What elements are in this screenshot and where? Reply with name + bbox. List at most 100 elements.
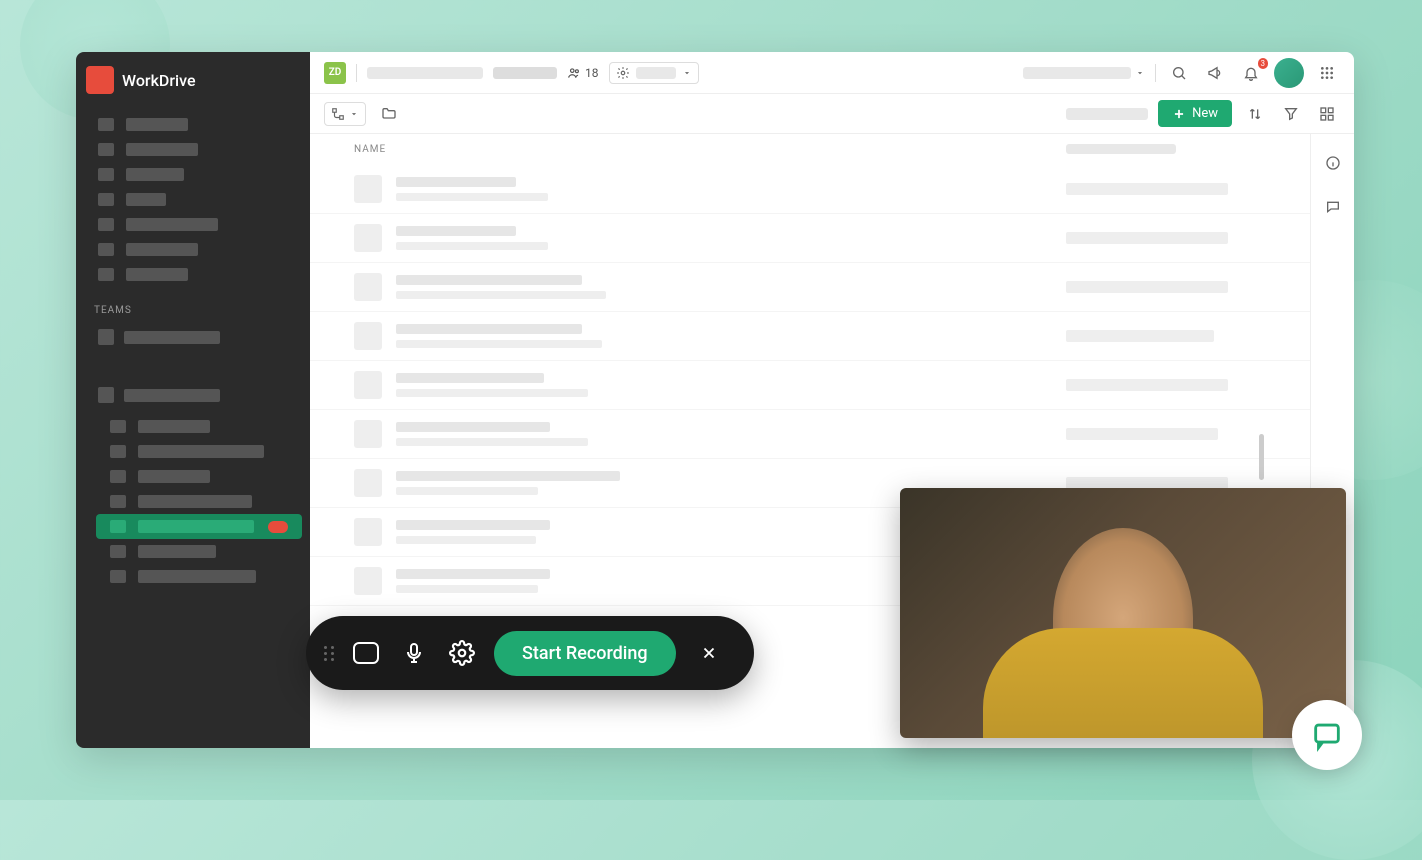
divider <box>1155 64 1156 82</box>
sidebar: WorkDrive TEAMS <box>76 52 310 748</box>
secondary-nav <box>76 410 310 593</box>
file-meta <box>1066 281 1266 293</box>
nav-item[interactable] <box>96 489 302 514</box>
layout-icon <box>1319 106 1335 122</box>
nav-item[interactable] <box>84 187 302 212</box>
recording-toolbar: Start Recording <box>306 616 754 690</box>
nav-item[interactable] <box>84 212 302 237</box>
nav-item[interactable] <box>96 414 302 439</box>
close-icon <box>700 644 718 662</box>
nav-item[interactable] <box>96 464 302 489</box>
user-avatar[interactable] <box>1274 58 1304 88</box>
members-count-value: 18 <box>585 66 599 80</box>
tree-view-button[interactable] <box>324 102 366 126</box>
mic-toggle[interactable] <box>398 637 430 669</box>
brand-logo <box>86 66 114 94</box>
file-meta <box>1066 379 1266 391</box>
teams-section-label: TEAMS <box>76 291 310 322</box>
gear-icon <box>449 640 475 666</box>
info-icon <box>1325 155 1341 171</box>
filter-icon <box>1283 106 1299 122</box>
search-button[interactable] <box>1166 60 1192 86</box>
chevron-down-icon <box>682 68 692 78</box>
file-meta <box>1066 232 1266 244</box>
nav-item[interactable] <box>84 112 302 137</box>
file-row[interactable] <box>310 263 1310 312</box>
file-meta <box>1066 330 1266 342</box>
file-row[interactable] <box>310 312 1310 361</box>
notification-badge: 3 <box>1258 58 1269 69</box>
sort-button[interactable] <box>1242 101 1268 127</box>
brand-row: WorkDrive <box>76 60 310 108</box>
people-icon <box>567 66 581 80</box>
chevron-down-icon <box>349 109 359 119</box>
file-type-icon <box>354 567 382 595</box>
file-row[interactable] <box>310 214 1310 263</box>
apps-grid-icon <box>1319 65 1335 81</box>
nav-item[interactable] <box>84 137 302 162</box>
help-fab[interactable] <box>1292 700 1362 770</box>
team-item[interactable] <box>76 380 310 410</box>
file-name-block <box>396 373 1066 397</box>
file-row[interactable] <box>310 361 1310 410</box>
screen-icon <box>353 642 379 664</box>
gear-icon <box>616 66 630 80</box>
megaphone-icon <box>1207 65 1223 81</box>
file-type-icon <box>354 518 382 546</box>
file-meta <box>1066 183 1266 195</box>
camera-preview[interactable] <box>900 488 1346 738</box>
layout-button[interactable] <box>1314 101 1340 127</box>
breadcrumb-skeleton <box>493 67 557 79</box>
close-recorder-button[interactable] <box>700 644 718 662</box>
nav-item[interactable] <box>96 439 302 464</box>
nav-item[interactable] <box>96 564 302 589</box>
file-type-icon <box>354 371 382 399</box>
nav-item[interactable] <box>84 262 302 287</box>
notifications-button[interactable]: 3 <box>1238 60 1264 86</box>
search-icon <box>1171 65 1187 81</box>
list-header: NAME <box>310 134 1310 165</box>
chat-icon <box>1310 718 1344 752</box>
sort-label-skeleton <box>1023 67 1131 79</box>
microphone-icon <box>402 641 426 665</box>
file-row[interactable] <box>310 165 1310 214</box>
file-name-block <box>396 275 1066 299</box>
nav-item[interactable] <box>96 539 302 564</box>
drag-handle[interactable] <box>324 646 334 661</box>
topbar: ZD 18 <box>310 52 1354 94</box>
workspace-chip[interactable]: ZD <box>324 62 346 84</box>
nav-item[interactable] <box>84 237 302 262</box>
file-name-block <box>396 422 1066 446</box>
name-column-header[interactable]: NAME <box>354 144 1066 155</box>
team-item[interactable] <box>76 322 310 352</box>
comments-panel-button[interactable] <box>1320 194 1346 220</box>
recorder-settings-button[interactable] <box>446 637 478 669</box>
settings-dropdown[interactable] <box>609 62 699 84</box>
scrollbar-thumb[interactable] <box>1259 434 1264 480</box>
start-recording-button[interactable]: Start Recording <box>494 631 676 676</box>
members-count[interactable]: 18 <box>567 66 599 80</box>
file-type-icon <box>354 420 382 448</box>
plus-icon <box>1172 107 1186 121</box>
nav-item-active[interactable] <box>96 514 302 539</box>
file-name-block <box>396 226 1066 250</box>
sort-icon <box>1247 106 1263 122</box>
nav-item[interactable] <box>84 162 302 187</box>
file-type-icon <box>354 322 382 350</box>
apps-grid-button[interactable] <box>1314 60 1340 86</box>
notification-dot <box>268 521 288 533</box>
file-type-icon <box>354 469 382 497</box>
action-toolbar: New <box>310 94 1354 134</box>
screen-record-toggle[interactable] <box>350 637 382 669</box>
file-row[interactable] <box>310 410 1310 459</box>
brand-name: WorkDrive <box>122 71 196 90</box>
announcements-button[interactable] <box>1202 60 1228 86</box>
new-button[interactable]: New <box>1158 100 1232 127</box>
sort-dropdown[interactable] <box>1023 67 1145 79</box>
folder-button[interactable] <box>376 101 402 127</box>
start-recording-label: Start Recording <box>522 643 648 664</box>
filter-button[interactable] <box>1278 101 1304 127</box>
settings-label-skeleton <box>636 67 676 79</box>
info-panel-button[interactable] <box>1320 150 1346 176</box>
meta-column-header-skeleton <box>1066 144 1176 154</box>
